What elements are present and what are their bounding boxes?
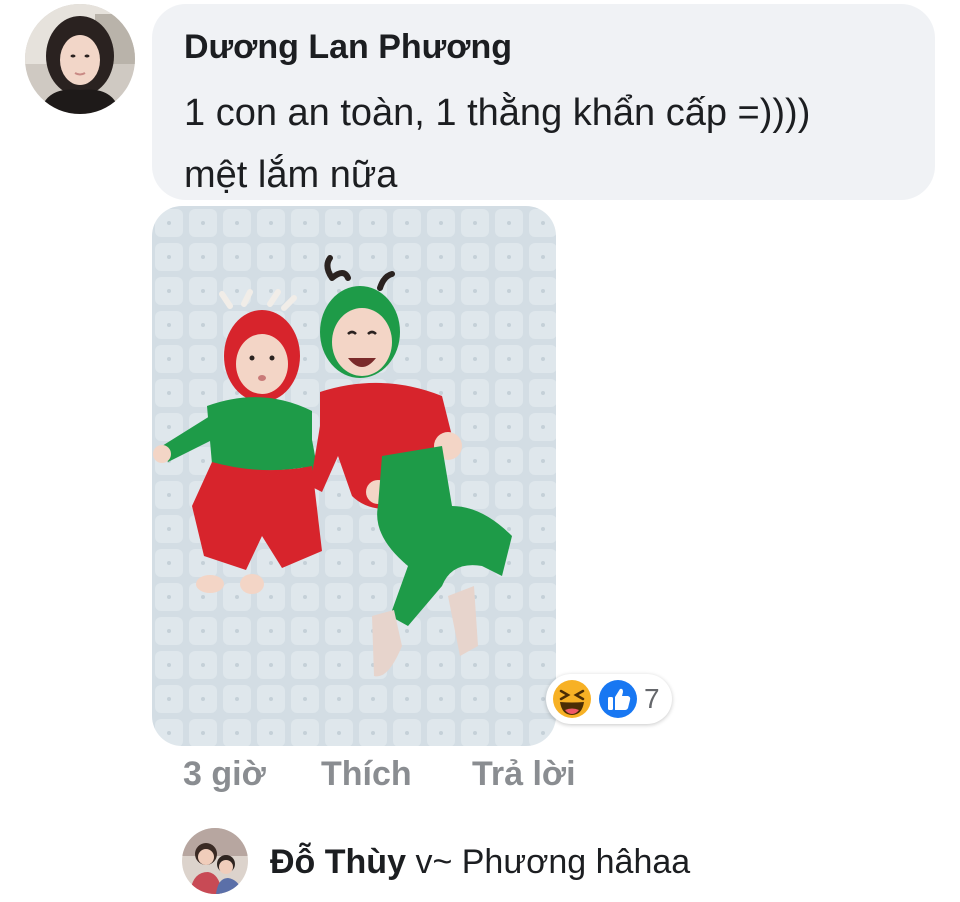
comment-text-line-1: 1 con an toàn, 1 thằng khẩn cấp =)))) <box>184 92 811 134</box>
comment-text: 1 con an toàn, 1 thằng khẩn cấp =)))) mệ… <box>184 82 903 206</box>
reply-author[interactable]: Đỗ Thùy <box>270 843 406 881</box>
like-icon <box>596 677 640 721</box>
like-button[interactable]: Thích <box>321 752 412 796</box>
comment-author[interactable]: Dương Lan Phương <box>184 26 903 68</box>
comment-text-line-2: mệt lắm nữa <box>184 154 398 196</box>
reply-line: Đỗ Thùy v~ Phương hâhaa <box>270 840 690 884</box>
reply-text: v~ Phương hâhaa <box>415 843 691 881</box>
haha-icon <box>550 677 594 721</box>
comment-photo[interactable] <box>152 206 556 746</box>
reply-avatar[interactable] <box>182 828 248 894</box>
comment-bubble: Dương Lan Phương 1 con an toàn, 1 thằng … <box>152 4 935 200</box>
reply-button[interactable]: Trả lời <box>472 752 576 796</box>
commenter-avatar[interactable] <box>25 4 135 114</box>
reaction-count: 7 <box>644 683 660 714</box>
reaction-summary[interactable]: 7 <box>546 674 672 724</box>
comment-timestamp[interactable]: 3 giờ <box>183 752 266 796</box>
